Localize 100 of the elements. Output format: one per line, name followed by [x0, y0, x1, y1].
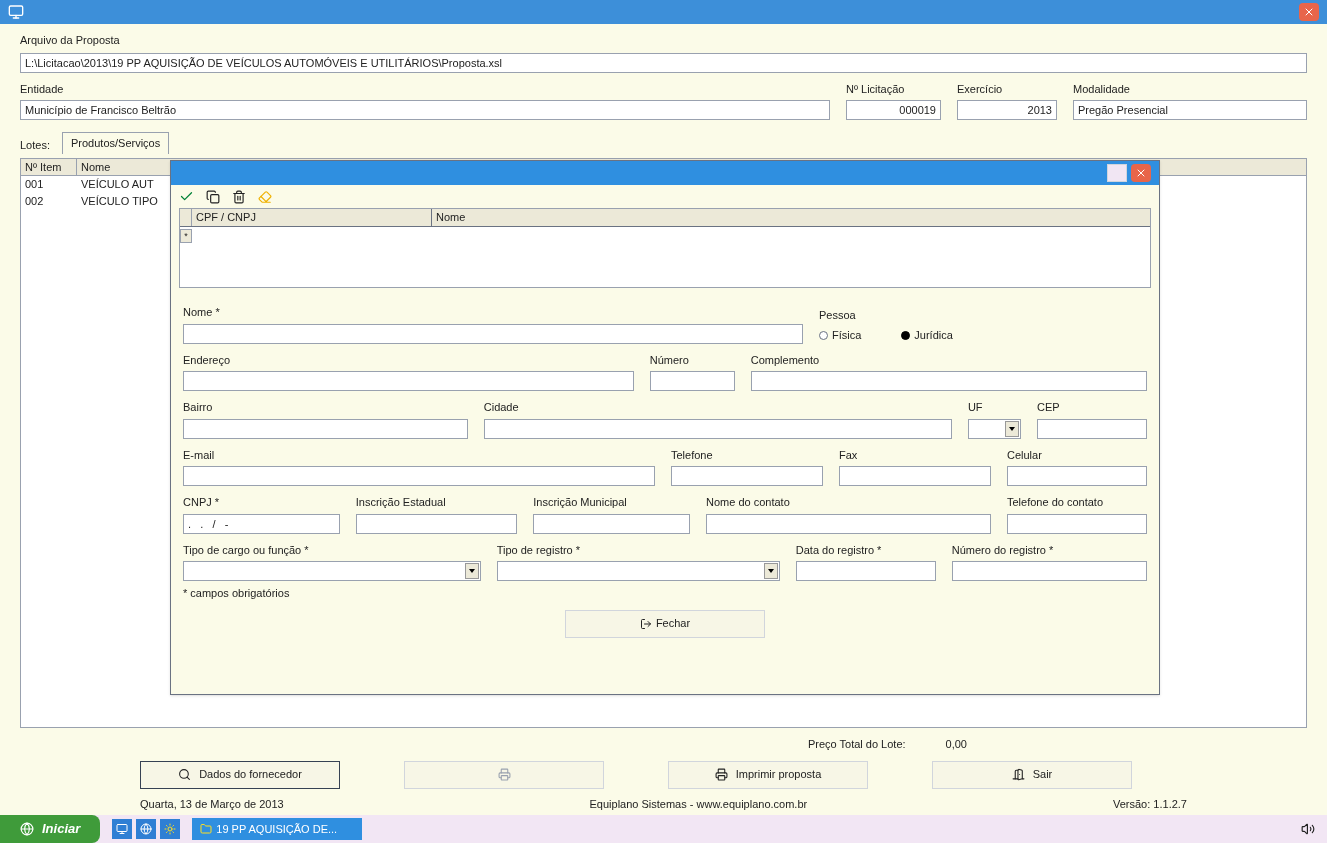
input-field[interactable] — [649, 371, 735, 391]
input-field[interactable] — [533, 513, 690, 534]
dropdown-field[interactable] — [183, 561, 481, 581]
door-icon — [1011, 768, 1025, 781]
sun-icon[interactable] — [160, 819, 181, 839]
field-label: Inscrição Estadual — [355, 495, 447, 510]
globe-icon[interactable] — [136, 819, 157, 839]
icon-button[interactable] — [404, 760, 604, 789]
radio-button[interactable] — [819, 330, 828, 340]
radio-button[interactable] — [901, 330, 911, 340]
input-field[interactable] — [183, 371, 634, 391]
folder-icon — [200, 823, 213, 835]
input-field[interactable] — [1007, 466, 1147, 486]
input-field[interactable]: . . / - — [183, 513, 340, 534]
eraser-icon[interactable] — [258, 189, 272, 204]
close-icon — [1303, 6, 1315, 18]
radio-label[interactable]: Física — [832, 327, 862, 344]
field-label: CNPJ * — [183, 495, 221, 510]
input-field[interactable] — [795, 561, 936, 581]
input-field[interactable]: L:\Licitacao\2013\19 PP AQUISIÇÃO DE VEÍCULOS AUTOMÓVEIS E UTILITÁRIOS\Proposta.xsl — [20, 52, 1307, 73]
printer-icon — [497, 768, 511, 781]
radio-label[interactable]: Jurídica — [914, 327, 953, 344]
action-button[interactable]: Dados do fornecedor — [140, 760, 340, 789]
field-label: Nº Licitação — [846, 81, 906, 97]
field-label: E-mail — [183, 447, 216, 463]
input-field[interactable] — [706, 513, 991, 534]
speaker-icon[interactable] — [1301, 822, 1315, 836]
field-label: Celular — [1007, 447, 1043, 463]
field-label: Tipo de cargo ou função * — [183, 542, 310, 558]
input-field[interactable]: Município de Francisco Beltrão — [20, 100, 830, 120]
status-text: Versão: 1.1.2.7 — [1113, 796, 1187, 812]
field-label: Entidade — [20, 81, 65, 97]
close-button[interactable] — [1131, 164, 1151, 182]
input-field[interactable] — [839, 466, 991, 486]
field-label: Arquivo da Proposta — [20, 33, 121, 48]
field-label: Endereço — [183, 352, 232, 368]
column-header: CPF / CNPJ — [192, 209, 432, 226]
close-icon — [1135, 167, 1147, 179]
globe-icon — [20, 822, 34, 836]
desktop-icon[interactable] — [112, 819, 133, 839]
column-header: Nº Item — [21, 158, 77, 175]
action-button[interactable]: Imprimir proposta — [668, 760, 868, 789]
column-header: Nome — [80, 159, 112, 175]
copy-icon[interactable] — [206, 189, 220, 204]
dropdown-field[interactable] — [496, 561, 780, 581]
dropdown-field[interactable] — [967, 418, 1021, 439]
caret-icon[interactable] — [763, 563, 778, 579]
input-field[interactable] — [183, 418, 468, 439]
field-label: Fax — [839, 447, 859, 463]
field-label: Data do registro * — [795, 542, 883, 558]
magnifier-icon — [178, 768, 192, 781]
table-cell-text: VEÍCULO AUT — [80, 177, 155, 192]
input-field[interactable] — [483, 418, 952, 439]
tab[interactable]: Produtos/Serviços — [61, 132, 170, 154]
delete-icon[interactable] — [232, 189, 246, 204]
field-label: Cidade — [483, 400, 520, 415]
status-text: Quarta, 13 de Março de 2013 — [140, 796, 284, 812]
field-label: Inscrição Municipal — [533, 495, 628, 510]
field-label: Tipo de registro * — [496, 542, 582, 558]
caret-icon[interactable] — [464, 563, 479, 579]
field-label: Nome do contato — [706, 495, 791, 510]
input-field[interactable] — [1037, 418, 1147, 439]
exit-icon — [639, 617, 652, 630]
caret-icon[interactable] — [1005, 420, 1019, 437]
total-label: Preço Total do Lote: — [807, 737, 906, 752]
field-label: Telefone do contato — [1007, 495, 1105, 510]
field-label: Número do registro * — [951, 542, 1055, 558]
input-field[interactable] — [750, 371, 1147, 391]
input-field[interactable]: 2013 — [957, 100, 1057, 120]
field-label: UF — [967, 400, 984, 415]
input-field[interactable] — [1007, 513, 1147, 534]
start-button[interactable]: Iniciar — [0, 815, 101, 843]
close-dialog-button[interactable]: Fechar — [565, 609, 765, 638]
action-button[interactable]: Sair — [932, 760, 1132, 789]
field-label: Modalidade — [1073, 81, 1131, 97]
app-icon — [8, 4, 24, 20]
field-label: Número — [649, 352, 690, 368]
lots-label: Lotes: — [20, 138, 50, 153]
field-label: Bairro — [183, 400, 214, 415]
input-field[interactable] — [355, 513, 518, 534]
field-label: Telefone — [671, 447, 714, 463]
field-label: CEP — [1037, 400, 1061, 415]
input-field[interactable] — [183, 466, 655, 486]
table-cell-text: 002 — [24, 193, 45, 209]
input-field[interactable] — [183, 323, 803, 344]
input-field[interactable] — [671, 466, 823, 486]
column-header: Nome — [435, 210, 467, 225]
close-button[interactable] — [1299, 3, 1319, 21]
printer-icon — [714, 768, 728, 781]
status-text: Equiplano Sistemas - www.equiplano.com.br — [589, 796, 808, 812]
total-value: 0,00 — [945, 737, 967, 752]
field-label: Complemento — [750, 352, 821, 368]
input-field[interactable]: Pregão Presencial — [1073, 100, 1307, 120]
row-marker: * — [180, 229, 192, 244]
input-field[interactable] — [951, 561, 1147, 581]
required-note: * campos obrigatórios — [182, 586, 291, 601]
table-cell-text: VEÍCULO TIPO — [80, 193, 159, 209]
field-label: Exercício — [957, 81, 1004, 97]
input-field[interactable]: 000019 — [846, 100, 941, 120]
field-label: Nome * — [183, 305, 221, 320]
